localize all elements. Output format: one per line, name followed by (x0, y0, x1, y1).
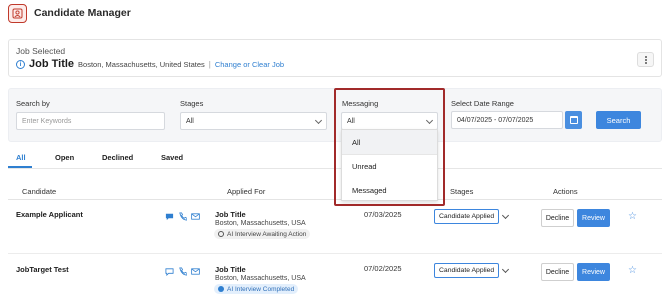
job-location: Boston, Massachusetts, United States (78, 59, 205, 69)
status-complete-icon (218, 286, 224, 292)
status-ring-icon (218, 231, 224, 237)
chevron-down-icon (314, 116, 323, 125)
column-header-stages: Stages (450, 187, 474, 196)
stages-select-value: All (186, 117, 194, 125)
chevron-down-icon[interactable] (501, 265, 510, 274)
date-range-input[interactable]: 04/07/2025 - 07/07/2025 (451, 111, 563, 129)
search-by-label: Search by (16, 99, 50, 108)
stages-label: Stages (180, 99, 204, 108)
tab-all[interactable]: All (16, 153, 26, 162)
tab-saved[interactable]: Saved (161, 153, 183, 162)
star-icon[interactable]: ☆ (628, 212, 637, 222)
contact-icons (165, 267, 200, 278)
applied-job-location: Boston, Massachusetts, USA (215, 275, 306, 282)
tab-declined[interactable]: Declined (102, 153, 133, 162)
job-selected-label: Job Selected (16, 46, 66, 56)
candidate-name[interactable]: JobTarget Test (16, 265, 69, 274)
candidate-manager-logo-icon (8, 4, 27, 23)
ai-interview-status-badge: AI Interview Awaiting Action (214, 229, 311, 239)
applied-job-title: Job Title (215, 210, 246, 219)
review-button[interactable]: Review (577, 209, 610, 227)
info-icon[interactable]: i (16, 59, 25, 69)
stage-select[interactable]: Candidate Applied (434, 263, 500, 278)
stages-select[interactable]: All (180, 112, 327, 130)
decline-button[interactable]: Decline (541, 263, 574, 281)
column-header-candidate: Candidate (22, 187, 57, 196)
calendar-button[interactable] (565, 111, 582, 129)
review-button[interactable]: Review (577, 263, 610, 281)
date-range-label: Select Date Range (451, 99, 514, 108)
search-button[interactable]: Search (596, 111, 641, 129)
column-header-actions: Actions (553, 187, 578, 196)
decline-button[interactable]: Decline (541, 209, 574, 227)
job-line: i Job Title Boston, Massachusetts, Unite… (16, 58, 284, 70)
mail-icon[interactable] (191, 267, 200, 278)
chat-icon[interactable] (165, 267, 174, 278)
tab-open[interactable]: Open (55, 153, 74, 162)
column-header-applied-for: Applied For (227, 187, 266, 196)
search-input[interactable]: Enter Keywords (16, 112, 165, 130)
app-title: Candidate Manager (34, 7, 131, 19)
calendar-icon (569, 116, 578, 124)
chevron-down-icon[interactable] (501, 211, 510, 220)
row-divider (8, 253, 662, 254)
job-title: Job Title (29, 58, 75, 70)
applied-job-title: Job Title (215, 265, 246, 274)
highlight-box (334, 88, 445, 206)
star-icon[interactable]: ☆ (628, 266, 637, 276)
phone-icon[interactable] (178, 212, 188, 223)
applied-date: 07/03/2025 (364, 210, 402, 219)
contact-icons (165, 212, 200, 223)
stage-select[interactable]: Candidate Applied (434, 209, 500, 224)
ai-interview-status-text: AI Interview Awaiting Action (227, 230, 307, 238)
kebab-menu-icon[interactable] (637, 52, 654, 67)
change-job-link[interactable]: Change or Clear Job (215, 60, 284, 69)
candidate-name[interactable]: Example Applicant (16, 210, 83, 219)
job-separator: | (208, 59, 211, 69)
mail-icon[interactable] (191, 212, 200, 223)
applied-job-location: Boston, Massachusetts, USA (215, 220, 306, 227)
ai-interview-status-text: AI Interview Completed (227, 285, 295, 293)
chat-icon[interactable] (165, 212, 174, 223)
phone-icon[interactable] (178, 267, 188, 278)
ai-interview-status-badge: AI Interview Completed (214, 284, 299, 294)
applied-date: 07/02/2025 (364, 264, 402, 273)
